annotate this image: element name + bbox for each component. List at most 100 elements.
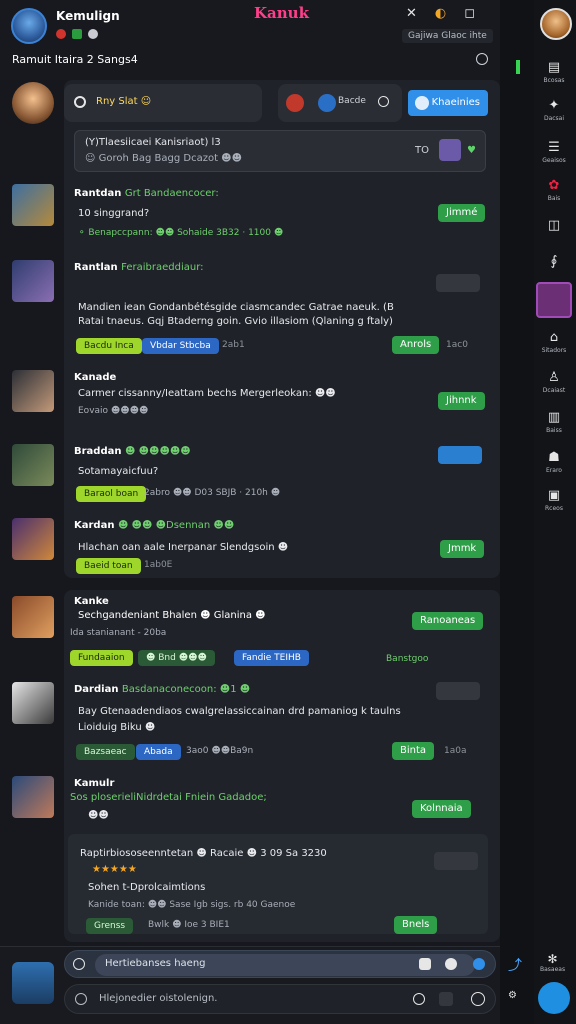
action-button[interactable]: Binta bbox=[392, 742, 435, 760]
reaction-button[interactable] bbox=[436, 682, 480, 700]
link-icon: ∮ bbox=[550, 254, 558, 269]
close-icon[interactable]: ✕ bbox=[406, 6, 417, 21]
page-icon: ▥ bbox=[547, 410, 561, 425]
user-avatar[interactable] bbox=[12, 260, 54, 302]
message-input[interactable]: Hertiebanses haeng bbox=[64, 950, 496, 978]
user-avatar[interactable] bbox=[12, 682, 54, 724]
filter-field[interactable]: Bacde bbox=[278, 84, 402, 122]
filter-label: Bacde bbox=[338, 96, 366, 106]
search-icon bbox=[378, 96, 389, 107]
message-item: Kanke Sechgandeniant Bhalen ☻ Glanina ☻ … bbox=[64, 596, 490, 672]
message-count: 2ab1 bbox=[222, 340, 245, 350]
user-icon: ♙ bbox=[548, 370, 560, 385]
rail-bottom-item[interactable]: ✻ Basaeas bbox=[540, 952, 565, 973]
user-avatar[interactable] bbox=[12, 82, 54, 124]
my-avatar[interactable] bbox=[12, 962, 54, 1004]
tag-chip[interactable]: Baeid toan bbox=[76, 558, 141, 574]
tag-chip[interactable]: Bazsaeac bbox=[76, 744, 135, 760]
settings-icon[interactable] bbox=[471, 992, 485, 1006]
app-title: Kemulign bbox=[56, 9, 120, 23]
mic-icon[interactable] bbox=[473, 958, 485, 970]
heart-icon[interactable]: ♥ bbox=[467, 145, 476, 156]
action-button[interactable]: Bnels bbox=[394, 916, 438, 934]
tag-chip[interactable]: Baraol boan bbox=[76, 486, 147, 502]
reaction-button[interactable] bbox=[438, 446, 482, 464]
window-icon[interactable]: ◻ bbox=[464, 6, 475, 21]
send-button[interactable] bbox=[538, 982, 570, 1014]
primary-action-label: Khaeinies bbox=[431, 97, 480, 108]
tag-chip[interactable]: Vbdar Stbcba bbox=[142, 338, 219, 354]
archive-icon: ▣ bbox=[547, 488, 561, 503]
reply-input[interactable]: Hlejonedier oistolenign. bbox=[64, 984, 496, 1014]
action-button[interactable]: Kolnnaia bbox=[412, 800, 471, 818]
reaction-button[interactable] bbox=[436, 274, 480, 292]
author-name: Kamulr bbox=[74, 778, 115, 789]
filter-avatar-icon bbox=[318, 94, 336, 112]
user-avatar[interactable] bbox=[12, 776, 54, 818]
rail-item[interactable]: ▤ Bcosas bbox=[536, 60, 572, 84]
message-meta: 2abro ☻☻ D03 SBJB · 210h ☻ bbox=[144, 488, 281, 498]
rail-item[interactable]: ✿ Bais bbox=[536, 178, 572, 202]
rail-item[interactable]: ∮ bbox=[536, 254, 572, 269]
user-avatar[interactable] bbox=[12, 518, 54, 560]
flower-icon: ✿ bbox=[548, 178, 560, 193]
message-item: Kardan ☻ ☻☻ ☻Dsennan ☻☻ Hlachan oan aale… bbox=[64, 520, 490, 576]
search-field[interactable]: Rny Slat ☺ bbox=[64, 84, 262, 122]
share-icon[interactable]: ⤴ bbox=[508, 955, 522, 975]
rail-item[interactable]: ▣ Rceos bbox=[536, 488, 572, 512]
user-avatar[interactable] bbox=[12, 596, 54, 638]
primary-action-button[interactable]: Khaeinies bbox=[408, 90, 488, 116]
info-icon[interactable] bbox=[476, 53, 488, 65]
rail-item[interactable]: ▥ Baiss bbox=[536, 410, 572, 434]
action-button[interactable]: Ranoaneas bbox=[412, 612, 484, 630]
search-icon bbox=[74, 96, 86, 108]
account-avatar[interactable] bbox=[11, 8, 47, 44]
message-text: Hlachan oan aale Inerpanar Slendgsoin ☻ bbox=[78, 542, 289, 553]
rail-item[interactable]: ☰ Geaisos bbox=[536, 140, 572, 164]
rail-item-active[interactable] bbox=[536, 282, 572, 318]
tag-chip[interactable]: Grenss bbox=[86, 918, 134, 934]
gif-icon[interactable] bbox=[445, 958, 457, 970]
message-item: Dardian Basdanaconecoon: ☻1 ☻ Bay Gtenaa… bbox=[64, 682, 490, 766]
image-icon[interactable] bbox=[439, 992, 453, 1006]
attach-icon[interactable] bbox=[419, 958, 431, 970]
rail-item[interactable]: ◫ bbox=[536, 218, 572, 233]
join-button[interactable]: Jmmk bbox=[440, 540, 485, 558]
message-meta: 3ao0 ☻☻Ba9n bbox=[186, 746, 254, 756]
join-button[interactable]: Jimmé bbox=[438, 204, 486, 222]
reaction-button[interactable] bbox=[434, 852, 478, 870]
emoji-icon[interactable] bbox=[73, 958, 85, 970]
user-avatar[interactable] bbox=[12, 370, 54, 412]
settings-icon bbox=[88, 29, 98, 39]
tag-chip[interactable]: Bacdu Inca bbox=[76, 338, 142, 354]
tag-chip[interactable]: ☻ Bnd ☻☻☻ bbox=[138, 650, 215, 666]
pinned-line-1: (Y)Tlaesiicaei Kanisriaot) l3 bbox=[85, 137, 221, 148]
action-button[interactable]: Anrols bbox=[392, 336, 440, 354]
message-text: Ratai tnaeus. Gqj Btaderng goin. Gvio il… bbox=[78, 316, 393, 327]
pinned-message[interactable]: (Y)Tlaesiicaei Kanisriaot) l3 ☺ Goroh Ba… bbox=[74, 130, 486, 172]
workspace-label[interactable]: Gajiwa Glaoc ihte bbox=[402, 29, 493, 43]
list-icon: ☰ bbox=[548, 140, 560, 155]
tag-chip[interactable]: Abada bbox=[136, 744, 181, 760]
rail-item[interactable]: ✦ Dacsai bbox=[536, 98, 572, 122]
quote-header: Raptirbiososeenntetan ☻ Racaie ☻ 3 09 Sa… bbox=[80, 848, 327, 859]
refresh-icon[interactable] bbox=[413, 993, 425, 1005]
author-name: Kanke bbox=[74, 596, 109, 607]
user-avatar[interactable] bbox=[12, 444, 54, 486]
join-button[interactable]: Jihnnk bbox=[438, 392, 485, 410]
settings-icon[interactable]: ⚙ bbox=[508, 990, 517, 1001]
tag-chip[interactable]: Fandie TEIHB bbox=[234, 650, 309, 666]
quoted-card[interactable]: Raptirbiososeenntetan ☻ Racaie ☻ 3 09 Sa… bbox=[68, 834, 488, 934]
rail-item[interactable]: ☗ Eraro bbox=[536, 450, 572, 474]
tag-chip[interactable]: Fundaaion bbox=[70, 650, 133, 666]
rail-divider bbox=[500, 0, 534, 1024]
rail-item[interactable]: ⌂ Sitadors bbox=[536, 330, 572, 354]
reply-count: 1ac0 bbox=[446, 340, 468, 350]
user-avatar[interactable] bbox=[12, 184, 54, 226]
message-item: Kanade Carmer cissanny/Ieattam bechs Mer… bbox=[64, 372, 490, 422]
notification-icon[interactable]: ◐ bbox=[435, 6, 446, 21]
message-item: Kamulr Sos ploserieliNidrdetai Fniein Ga… bbox=[64, 778, 490, 938]
profile-avatar[interactable] bbox=[540, 8, 572, 40]
rail-item[interactable]: ♙ Dcaiast bbox=[536, 370, 572, 394]
emoji-icon[interactable] bbox=[75, 993, 87, 1005]
